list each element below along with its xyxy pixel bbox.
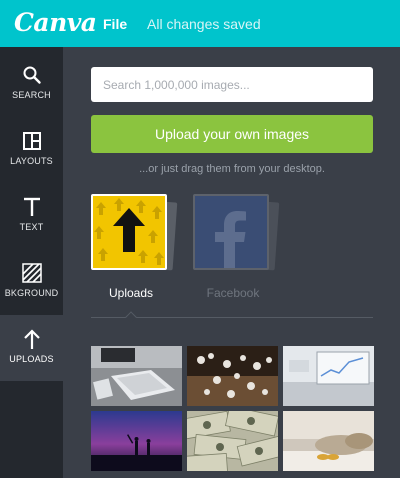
drag-hint: ...or just drag them from your desktop. <box>139 163 325 175</box>
sidebar: SEARCH LAYOUTS TEXT BKGROUND UPLOADS <box>0 47 63 478</box>
sidebar-item-uploads[interactable]: UPLOADS <box>0 315 63 381</box>
source-label-facebook: Facebook <box>206 286 260 300</box>
upload-arrow-icon <box>20 327 44 351</box>
thumbnail-pearls-sand[interactable] <box>187 346 278 406</box>
text-icon <box>20 195 44 219</box>
save-status: All changes saved <box>147 16 261 32</box>
uploads-panel: Upload your own images ...or just drag t… <box>63 47 400 478</box>
background-icon <box>20 261 44 285</box>
uploads-arrow-icon <box>91 194 167 270</box>
thumbnail-laptop-chart[interactable] <box>283 346 374 406</box>
thumbnail-bedroom[interactable] <box>283 411 374 471</box>
thumbnail-dollar-bills[interactable] <box>187 411 278 471</box>
sidebar-item-background[interactable]: BKGROUND <box>0 249 63 315</box>
file-menu[interactable]: File <box>103 16 127 32</box>
source-label-uploads: Uploads <box>108 286 154 300</box>
thumbnail-sunset-silhouettes[interactable] <box>91 411 182 471</box>
sidebar-item-label: LAYOUTS <box>10 156 53 166</box>
upload-images-button[interactable]: Upload your own images <box>91 115 373 153</box>
sidebar-item-label: UPLOADS <box>9 354 54 364</box>
thumbnail-desk-keyboard[interactable] <box>91 346 182 406</box>
source-tile-uploads[interactable]: Uploads <box>91 194 178 300</box>
sidebar-item-label: TEXT <box>19 222 44 232</box>
source-tile-facebook[interactable]: Facebook <box>193 194 280 300</box>
sidebar-item-layouts[interactable]: LAYOUTS <box>0 117 63 183</box>
canva-logo[interactable]: Canva <box>14 8 97 37</box>
sidebar-item-label: BKGROUND <box>4 288 59 298</box>
sidebar-item-label: SEARCH <box>12 90 51 100</box>
active-tab-indicator <box>125 311 137 323</box>
sidebar-item-text[interactable]: TEXT <box>0 183 63 249</box>
facebook-icon <box>193 194 269 270</box>
top-bar: Canva File All changes saved <box>0 0 400 47</box>
search-icon <box>20 63 44 87</box>
sidebar-item-search[interactable]: SEARCH <box>0 51 63 117</box>
layouts-icon <box>20 129 44 153</box>
image-search-input[interactable] <box>91 67 373 102</box>
